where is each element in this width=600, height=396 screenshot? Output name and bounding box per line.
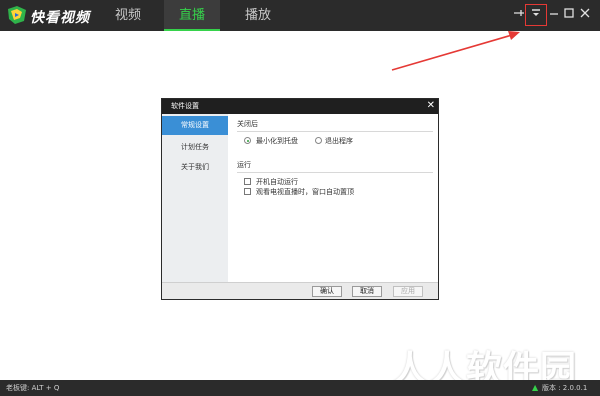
- sidebar-item-label: 计划任务: [181, 143, 209, 151]
- version-label: 版本 : 2.0.0.1: [542, 384, 588, 392]
- settings-dialog: 软件设置 ✕ 常规设置 计划任务 关于我们 关闭后 最小化到托盘 退出程序 运行…: [161, 98, 439, 300]
- radio-exit-program[interactable]: [315, 137, 322, 144]
- tab-play[interactable]: 播放: [234, 0, 282, 31]
- section-divider: [237, 131, 433, 132]
- dialog-title-bar: 软件设置 ✕: [162, 99, 438, 114]
- radio-minimize-to-tray[interactable]: [244, 137, 251, 144]
- maximize-icon[interactable]: [562, 7, 576, 21]
- pin-icon[interactable]: [512, 7, 526, 21]
- apply-button[interactable]: 应用: [393, 286, 423, 297]
- checkbox-label: 观看电视直播时，窗口自动置顶: [256, 188, 354, 196]
- tab-video[interactable]: 视频: [104, 0, 152, 31]
- settings-content: 关闭后 最小化到托盘 退出程序 运行 开机自动运行 观看电视直播时，窗口自动置顶: [228, 114, 438, 282]
- radio-label: 退出程序: [325, 137, 353, 145]
- close-icon[interactable]: [578, 7, 592, 21]
- settings-sidebar: 常规设置 计划任务 关于我们: [162, 114, 228, 282]
- dialog-close-icon[interactable]: ✕: [427, 100, 435, 112]
- checkbox-label: 开机自动运行: [256, 178, 298, 186]
- annotation-highlight-box: [525, 4, 547, 26]
- tab-label: 播放: [244, 8, 271, 23]
- sidebar-item-label: 常规设置: [181, 121, 209, 129]
- ok-button[interactable]: 确认: [312, 286, 342, 297]
- app-name: 快看视频: [30, 10, 90, 26]
- section-title-close: 关闭后: [237, 120, 258, 128]
- tab-label: 视频: [114, 8, 141, 23]
- sidebar-item-label: 关于我们: [181, 163, 209, 171]
- cancel-button[interactable]: 取消: [352, 286, 382, 297]
- radio-label: 最小化到托盘: [256, 137, 298, 145]
- sidebar-item-schedule[interactable]: 计划任务: [162, 138, 228, 157]
- section-divider: [237, 172, 433, 173]
- minimize-icon[interactable]: [547, 7, 561, 21]
- title-bar: 快看视频 视频 直播 播放: [0, 0, 600, 31]
- boss-key-hint: 老板键: ALT + Q: [6, 384, 60, 392]
- sidebar-item-about[interactable]: 关于我们: [162, 158, 228, 177]
- status-bar: 老板键: ALT + Q ▲ 版本 : 2.0.0.1: [0, 380, 600, 396]
- sidebar-item-general[interactable]: 常规设置: [162, 116, 228, 135]
- upgrade-arrow-icon[interactable]: ▲: [532, 383, 538, 393]
- checkbox-auto-start[interactable]: [244, 178, 251, 185]
- tab-live[interactable]: 直播: [164, 0, 220, 31]
- dialog-footer: 确认 取消 应用: [162, 282, 438, 299]
- dialog-title: 软件设置: [171, 102, 199, 110]
- checkbox-always-on-top[interactable]: [244, 188, 251, 195]
- tab-label: 直播: [178, 8, 205, 23]
- app-logo-icon: [8, 6, 26, 24]
- section-title-run: 运行: [237, 161, 251, 169]
